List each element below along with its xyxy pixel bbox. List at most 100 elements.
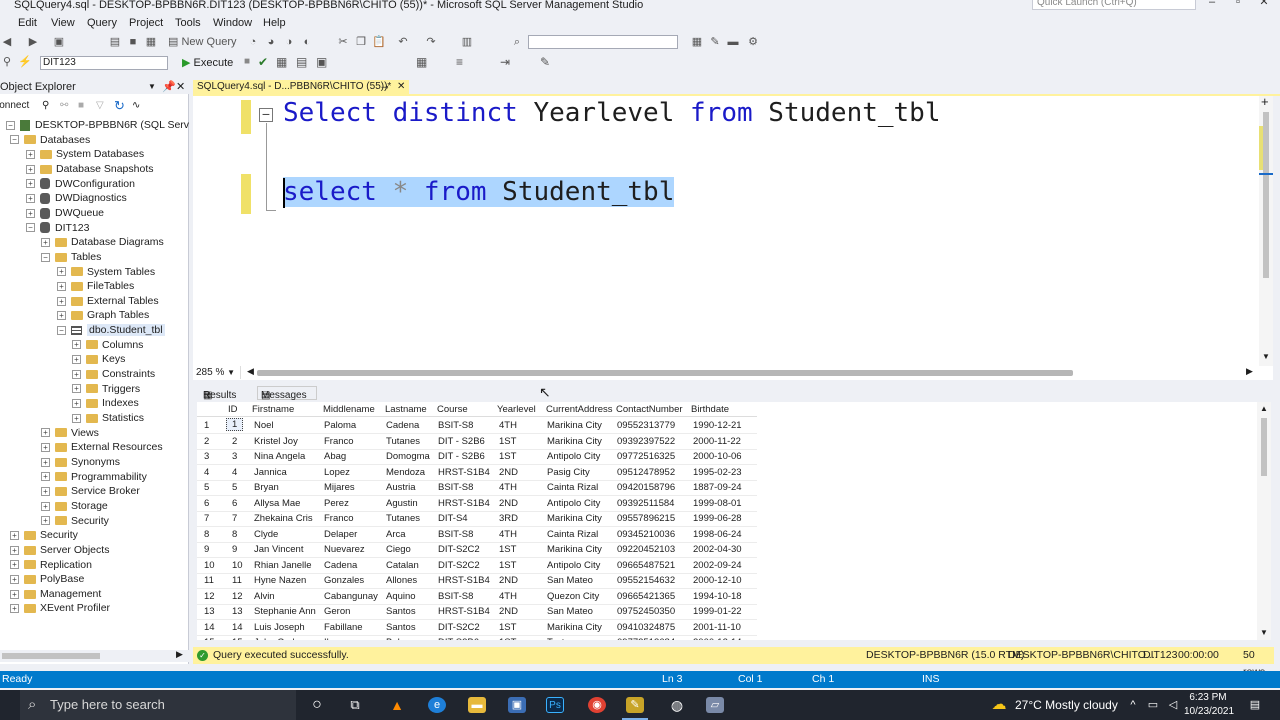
table-cell[interactable]: Luis Joseph <box>254 622 305 633</box>
save-all-icon[interactable]: ▦ <box>144 35 158 49</box>
cortana-icon[interactable]: ○ <box>308 697 326 713</box>
table-cell[interactable]: Cadena <box>324 560 357 571</box>
table-cell[interactable]: Hyne Nazen <box>254 575 306 586</box>
table-cell[interactable]: 2000-12-10 <box>693 575 742 586</box>
table-cell[interactable]: 14 <box>232 622 243 633</box>
table-cell[interactable]: Taytay <box>547 637 574 640</box>
row-number[interactable]: 3 <box>204 451 209 462</box>
vscroll-thumb[interactable] <box>1263 112 1269 278</box>
table-cell[interactable]: Geron <box>324 606 350 617</box>
tree-node[interactable]: + Service Broker <box>41 484 140 498</box>
table-cell[interactable]: 1 <box>226 418 244 431</box>
table-cell[interactable]: 9 <box>232 544 237 555</box>
table-cell[interactable]: Nina Angela <box>254 451 305 462</box>
row-number[interactable]: 6 <box>204 498 209 509</box>
tree-node[interactable]: + System Databases <box>26 147 144 161</box>
file-explorer-icon[interactable]: ▬ <box>468 697 486 713</box>
tree-node[interactable]: + External Tables <box>57 294 159 308</box>
table-cell[interactable]: Catalan <box>386 560 419 571</box>
table-cell[interactable]: 2000-11-22 <box>693 436 741 447</box>
expand-icon[interactable]: + <box>41 501 50 511</box>
table-cell[interactable]: 1995-02-23 <box>693 467 742 478</box>
table-cell[interactable]: 4TH <box>499 482 517 493</box>
table-cell[interactable]: Antipolo City <box>547 498 600 509</box>
tree-node[interactable]: − Databases <box>10 133 90 147</box>
table-cell[interactable]: Rhian Janelle <box>254 560 312 571</box>
tree-node[interactable]: + Graph Tables <box>57 308 149 322</box>
analysis-query-icon[interactable]: ◕ <box>264 35 278 49</box>
table-cell[interactable]: BSIT-S8 <box>438 482 473 493</box>
tree-node[interactable]: + Storage <box>41 499 108 513</box>
tree-node[interactable]: + Synonyms <box>41 455 120 469</box>
table-cell[interactable]: 1999-06-28 <box>693 513 742 524</box>
tree-node[interactable]: + XEvent Profiler <box>10 601 110 615</box>
execute-button[interactable]: ▶ Execute <box>182 56 233 70</box>
table-cell[interactable]: Buhan <box>386 637 413 640</box>
dropdown-icon[interactable]: ▼ <box>148 80 156 94</box>
tree-node[interactable]: + Programmability <box>41 470 147 484</box>
grid-vscroll-thumb[interactable] <box>1261 418 1267 476</box>
row-number[interactable]: 13 <box>204 606 215 617</box>
table-cell[interactable]: 2ND <box>499 498 518 509</box>
table-cell[interactable]: Austria <box>386 482 416 493</box>
dmx-query-icon[interactable]: ◐ <box>300 35 314 49</box>
table-cell[interactable]: Abag <box>324 451 346 462</box>
table-cell[interactable]: Noel <box>254 420 274 431</box>
table-cell[interactable]: 09772516325 <box>617 451 675 462</box>
menu-view[interactable]: View <box>51 17 75 29</box>
expand-icon[interactable]: + <box>10 530 19 540</box>
tree-node[interactable]: + Statistics <box>72 411 144 425</box>
stop-icon[interactable]: ■ <box>78 100 84 111</box>
cancel-query-icon[interactable]: ■ <box>244 56 250 67</box>
table-cell[interactable]: 2ND <box>499 575 518 586</box>
table-cell[interactable]: 11 <box>232 575 242 586</box>
expand-icon[interactable]: + <box>10 589 19 599</box>
quick-launch-input[interactable]: Quick Launch (Ctrl+Q) <box>1032 0 1196 10</box>
tree-node[interactable]: + External Resources <box>41 440 163 454</box>
forward-icon[interactable]: ▶ <box>26 35 40 49</box>
expand-icon[interactable]: + <box>41 443 50 453</box>
table-cell[interactable]: HRST-S1B4 <box>438 606 490 617</box>
expand-icon[interactable]: + <box>26 179 35 189</box>
tree-node[interactable]: + Constraints <box>72 367 155 381</box>
expand-icon[interactable]: + <box>10 545 19 555</box>
row-number[interactable]: 1 <box>204 420 209 431</box>
table-cell[interactable]: Mijares <box>324 482 355 493</box>
table-cell[interactable]: 09772513684 <box>617 637 675 640</box>
table-cell[interactable]: Cainta Rizal <box>547 482 598 493</box>
tree-node[interactable]: + Views <box>41 426 99 440</box>
table-cell[interactable]: HRST-S1B4 <box>438 498 490 509</box>
table-cell[interactable]: Marikina City <box>547 436 602 447</box>
table-cell[interactable]: 1999-01-22 <box>693 606 742 617</box>
minimize-button[interactable]: – <box>1200 0 1224 11</box>
table-cell[interactable]: Antipolo City <box>547 451 600 462</box>
table-cell[interactable]: San Mateo <box>547 575 593 586</box>
menu-tools[interactable]: Tools <box>175 17 201 29</box>
table-cell[interactable]: BSIT-S8 <box>438 529 473 540</box>
expand-icon[interactable]: + <box>72 413 81 423</box>
expand-icon[interactable]: + <box>41 428 50 438</box>
expand-icon[interactable]: + <box>26 150 35 160</box>
table-cell[interactable]: 2002-04-30 <box>693 544 742 555</box>
intellisense-icon[interactable]: ▣ <box>316 55 327 69</box>
weather-text[interactable]: 27°C Mostly cloudy <box>1015 698 1118 712</box>
tree-node[interactable]: + DWQueue <box>26 206 104 220</box>
table-cell[interactable]: Ilan <box>324 637 339 640</box>
table-cell[interactable]: 09557896215 <box>617 513 675 524</box>
table-cell[interactable]: Alvin <box>254 591 275 602</box>
table-cell[interactable]: 2 <box>232 436 237 447</box>
tree-node[interactable]: + DWDiagnostics <box>26 191 127 205</box>
comment-icon[interactable]: ≡ <box>456 55 463 69</box>
expand-icon[interactable]: + <box>72 399 81 409</box>
row-number[interactable]: 4 <box>204 467 209 478</box>
table-cell[interactable]: Zhekaina Cris <box>254 513 313 524</box>
tree-node[interactable]: − DESKTOP-BPBBN6R (SQL Server 15.0.20 <box>6 118 189 132</box>
expand-icon[interactable]: + <box>10 560 19 570</box>
table-cell[interactable]: Paloma <box>324 420 356 431</box>
table-cell[interactable]: Santos <box>386 622 416 633</box>
column-header[interactable]: Birthdate <box>691 404 729 415</box>
table-cell[interactable]: Nuevarez <box>324 544 365 555</box>
table-cell[interactable]: Perez <box>324 498 349 509</box>
collapse-icon[interactable]: − <box>26 223 35 233</box>
table-cell[interactable]: 13 <box>232 606 243 617</box>
